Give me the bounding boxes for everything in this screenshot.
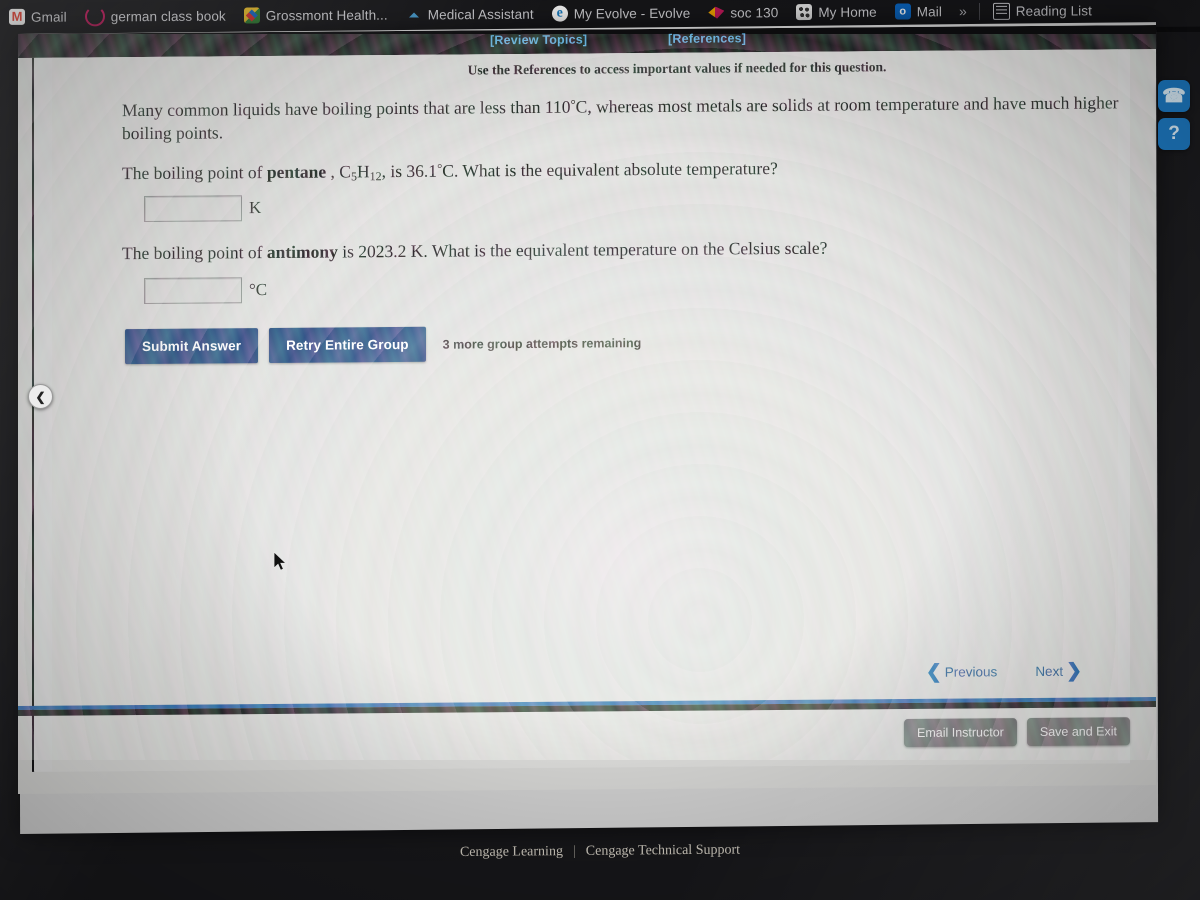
bookmark-soc-130[interactable]: soc 130 <box>699 4 787 21</box>
review-topics-link[interactable]: [Review Topics] <box>490 33 587 48</box>
loading-ring-icon <box>84 6 105 27</box>
bookmark-gmail[interactable]: Gmail <box>0 8 76 25</box>
action-button-row: Submit Answer Retry Entire Group 3 more … <box>125 325 642 365</box>
q1-text-4: , is 36.1 <box>381 160 438 182</box>
q2-text-2: is 2023.2 K. What is the equivalent temp… <box>337 237 828 262</box>
reading-list-button[interactable]: Reading List <box>984 2 1101 20</box>
question-card: Use the References to access important v… <box>34 49 1130 772</box>
answer-row-2: °C <box>144 277 268 305</box>
bookmark-label: Grossmont Health... <box>265 7 388 23</box>
caret-up-icon <box>406 6 422 22</box>
reading-list-icon <box>992 2 1010 20</box>
cengage-technical-support-link[interactable]: Cengage Technical Support <box>586 843 740 860</box>
bookmark-grossmont-health[interactable]: Grossmont Health... <box>235 7 397 24</box>
headset-icon: ☎ <box>1162 85 1186 107</box>
bookmark-my-evolve[interactable]: My Evolve - Evolve <box>543 5 700 22</box>
question-2-prompt: The boiling point of antimony is 2023.2 … <box>122 234 1127 265</box>
question-1-prompt: The boiling point of pentane , C5H12, is… <box>122 154 1127 187</box>
bookmark-label: My Home <box>818 4 877 20</box>
bookmark-mail[interactable]: Mail <box>886 3 951 20</box>
cengage-learning-link[interactable]: Cengage Learning <box>460 844 563 861</box>
monitor-bezel: [Review Topics] [References] Use the Ref… <box>0 22 1200 900</box>
mouse-cursor <box>274 552 288 571</box>
references-link[interactable]: [References] <box>668 31 746 46</box>
q1-text-5: C. What is the equivalent absolute tempe… <box>442 158 778 181</box>
outlook-mail-icon <box>894 3 911 20</box>
previous-question-link[interactable]: ❮ Previous <box>925 661 998 683</box>
q2-substance: antimony <box>266 241 338 263</box>
q1-text-3: H <box>356 161 370 182</box>
help-button[interactable]: ? <box>1158 118 1190 150</box>
bookmark-label: Gmail <box>31 9 67 25</box>
chevron-right-icon: ❯ <box>1066 660 1082 682</box>
unit-label-kelvin: K <box>249 198 262 218</box>
unit-label-celsius: °C <box>249 280 268 300</box>
evolve-icon <box>551 5 568 22</box>
next-question-link[interactable]: Next ❯ <box>1035 660 1082 682</box>
references-instruction: Use the References to access important v… <box>467 59 887 78</box>
bookmark-medical-assistant[interactable]: Medical Assistant <box>397 6 543 23</box>
question-navigation: ❮ Previous Next ❯ <box>925 660 1082 683</box>
grossmont-icon <box>243 7 260 24</box>
intro-text-1: Many common liquids have boiling points … <box>122 96 571 121</box>
support-button[interactable]: ☎ <box>1158 80 1190 112</box>
next-label: Next <box>1035 663 1064 680</box>
answer-input-kelvin[interactable] <box>144 195 242 223</box>
answer-input-celsius[interactable] <box>144 277 242 305</box>
q1-substance: pentane <box>266 161 327 183</box>
email-instructor-button[interactable]: Email Instructor <box>904 718 1017 748</box>
answer-row-1: K <box>144 195 262 223</box>
bookmark-my-home[interactable]: My Home <box>787 4 885 21</box>
browser-viewport: [Review Topics] [References] Use the Ref… <box>18 25 1156 794</box>
footer-separator: | <box>572 843 576 859</box>
bookmark-label: Medical Assistant <box>427 6 534 22</box>
question-mark-icon: ? <box>1168 123 1180 144</box>
chevron-left-icon: ❮ <box>925 661 942 683</box>
floating-help-buttons: ☎ ? <box>1158 80 1194 156</box>
question-intro-paragraph: Many common liquids have boiling points … <box>122 91 1127 145</box>
bookmark-label: soc 130 <box>730 4 779 21</box>
save-and-exit-button[interactable]: Save and Exit <box>1026 717 1130 747</box>
submit-answer-button[interactable]: Submit Answer <box>125 328 259 365</box>
bookmark-label: german class book <box>110 8 226 24</box>
attempts-remaining-label: 3 more group attempts remaining <box>442 335 642 352</box>
previous-label: Previous <box>944 664 998 680</box>
bookmark-label: Mail <box>916 3 942 19</box>
retry-entire-group-button[interactable]: Retry Entire Group <box>269 326 426 364</box>
myhome-icon <box>796 4 813 21</box>
bookmarks-divider <box>978 2 980 20</box>
collapse-sidebar-button[interactable]: ❮ <box>28 384 53 409</box>
reading-list-label: Reading List <box>1015 2 1092 19</box>
q2-text-1: The boiling point of <box>122 242 267 264</box>
q1-text-1: The boiling point of <box>122 162 267 184</box>
q1-subscript-2: 12 <box>369 169 382 184</box>
q1-text-2: , C <box>326 161 351 182</box>
screen-photograph: Gmail german class book Grossmont Health… <box>0 0 1200 900</box>
question-card-inner: Use the References to access important v… <box>52 49 1119 772</box>
bottom-action-bar: Email Instructor Save and Exit <box>904 717 1130 748</box>
soc-icon <box>708 5 724 21</box>
bookmark-german-class-book[interactable]: german class book <box>76 6 235 27</box>
bookmarks-overflow-button[interactable]: » <box>951 3 975 19</box>
bookmark-label: My Evolve - Evolve <box>573 5 691 21</box>
gmail-icon <box>9 8 25 25</box>
